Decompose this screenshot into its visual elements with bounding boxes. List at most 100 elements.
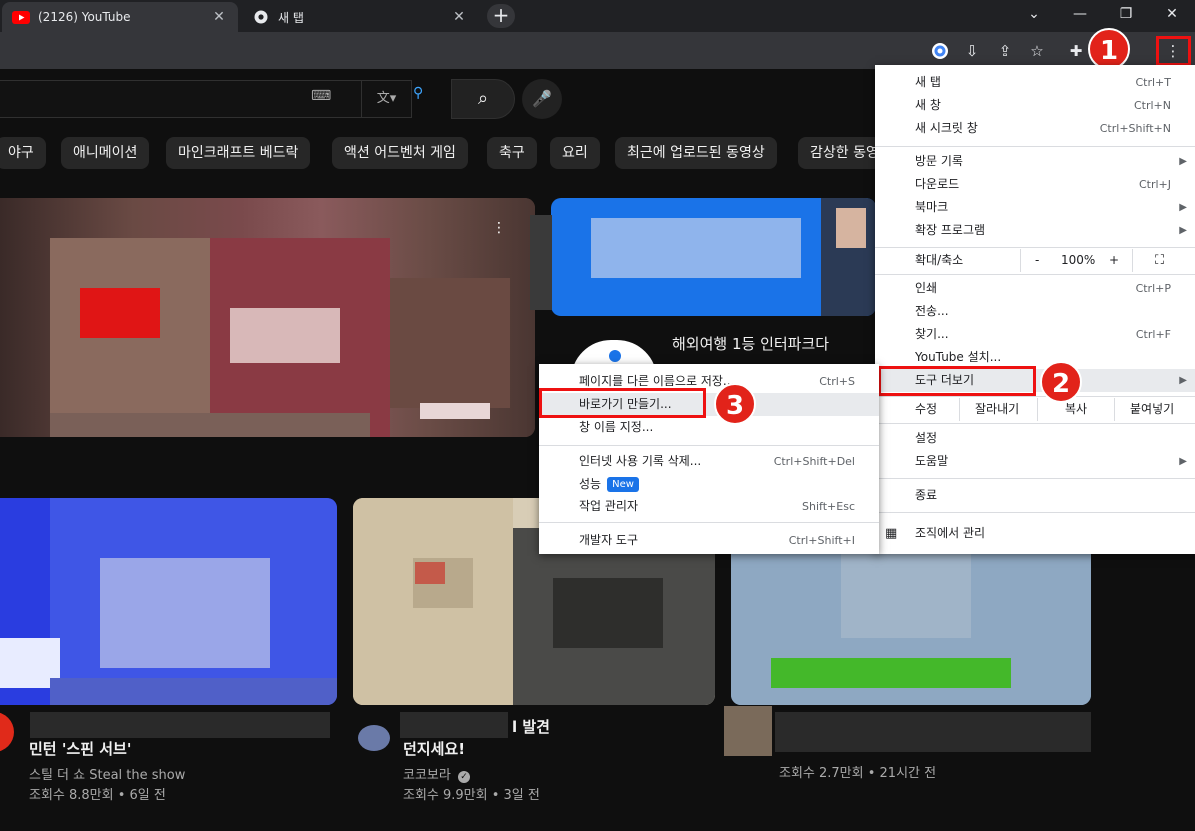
blurred-text [30, 712, 330, 738]
menu-separator [875, 423, 1195, 424]
menu-new-window[interactable]: 새 창 Ctrl+N [875, 94, 1195, 117]
video-meta-3: 조회수 2.7만회 • 21시간 전 [779, 766, 937, 781]
screen: (2126) YouTube ✕ 새 탭 ✕ + ⌄ — ❐ ✕ ⇩ ⇪ ☆ ✚… [0, 0, 1195, 831]
chip-soccer[interactable]: 축구 [487, 137, 537, 169]
menu-history[interactable]: 방문 기록 ▶ [875, 150, 1195, 173]
extensions-icon[interactable]: ✚ [1064, 39, 1088, 63]
chrome-main-menu: 새 탭 Ctrl+T 새 창 Ctrl+N 새 시크릿 창 Ctrl+Shift+N … [875, 65, 1195, 554]
close-tab-icon[interactable]: ✕ [210, 9, 228, 25]
cut-button[interactable]: 잘라내기 [975, 398, 1019, 421]
submenu-separator [539, 522, 879, 523]
new-badge: New [607, 477, 639, 492]
channel-name: 코코보라 [403, 768, 451, 783]
tab-new-tab[interactable]: 새 탭 ✕ [242, 2, 478, 32]
channel-avatar-1[interactable] [0, 712, 14, 752]
chip-recent[interactable]: 최근에 업로드된 동영상 [615, 137, 777, 169]
ad-title[interactable]: 해외여행 1등 인터파크다 [672, 333, 829, 354]
paste-button[interactable]: 붙여넣기 [1130, 398, 1174, 421]
menu-separator [875, 478, 1195, 479]
verified-icon: ✓ [457, 771, 470, 783]
video-channel-1[interactable]: 스틸 더 쇼 Steal the show [29, 764, 185, 783]
menu-zoom: 확대/축소 - 100% + ⛶ [875, 249, 1195, 272]
chip-baseball[interactable]: 야구 [0, 137, 46, 169]
close-window-icon[interactable]: ✕ [1149, 0, 1195, 30]
menu-incognito[interactable]: 새 시크릿 창 Ctrl+Shift+N [875, 117, 1195, 140]
menu-separator [875, 247, 1195, 248]
ad-banner[interactable] [551, 198, 876, 316]
chevron-right-icon: ▶ [1179, 156, 1187, 167]
google-icon[interactable] [928, 39, 952, 63]
keyboard-icon[interactable]: ⌨ [311, 88, 333, 108]
video-meta-2: 조회수 9.9만회 • 3일 전 [403, 788, 540, 803]
chip-watched[interactable]: 감상한 동영 [798, 137, 882, 169]
ad-edge [530, 215, 552, 310]
youtube-icon [12, 10, 30, 24]
close-tab-icon[interactable]: ✕ [450, 9, 468, 25]
fullscreen-icon[interactable]: ⛶ [1155, 249, 1164, 272]
bookmark-star-icon[interactable]: ☆ [1025, 39, 1049, 63]
share-icon[interactable]: ⇪ [993, 39, 1017, 63]
menu-separator [875, 512, 1195, 513]
menu-exit[interactable]: 종료 [875, 484, 1195, 507]
blurred-text [400, 712, 508, 738]
menu-cast[interactable]: 전송... [875, 300, 1195, 323]
zoom-out-button[interactable]: - [1035, 249, 1039, 272]
channel-avatar-2[interactable] [358, 725, 390, 751]
zoom-value: 100% [1061, 253, 1096, 267]
more-tools-highlight [878, 366, 1036, 396]
menu-separator [875, 274, 1195, 275]
mic-button[interactable]: 🎤 [522, 79, 562, 119]
menu-find[interactable]: 찾기... Ctrl+F [875, 323, 1195, 346]
chevron-right-icon: ▶ [1179, 456, 1187, 467]
chip-minecraft[interactable]: 마인크래프트 베드락 [166, 137, 311, 169]
video-meta-1: 조회수 8.8만회 • 6일 전 [29, 788, 166, 803]
browser-toolbar: ⇩ ⇪ ☆ ✚ ⋮ [0, 32, 1195, 69]
chip-action-adventure[interactable]: 액션 어드벤처 게임 [332, 137, 468, 169]
submenu-task-manager[interactable]: 작업 관리자 Shift+Esc [539, 495, 879, 518]
submenu-clear-data[interactable]: 인터넷 사용 기록 삭제... Ctrl+Shift+Del [539, 450, 879, 473]
cc-search-icon[interactable]: ⚲ [413, 85, 445, 113]
submenu-performance[interactable]: 성능 New [539, 473, 879, 496]
minimize-icon[interactable]: — [1057, 0, 1103, 30]
step-badge-3: 3 [714, 383, 756, 425]
menu-print[interactable]: 인쇄 Ctrl+P [875, 277, 1195, 300]
new-tab-button[interactable]: + [487, 4, 515, 28]
submenu-separator [539, 445, 879, 446]
menu-new-tab[interactable]: 새 탭 Ctrl+T [875, 71, 1195, 94]
video-title-2[interactable]: 던지세요! [403, 738, 465, 759]
search-input[interactable] [0, 80, 412, 118]
chip-cooking[interactable]: 요리 [550, 137, 600, 169]
restore-icon[interactable]: ❐ [1103, 0, 1149, 30]
more-options-icon[interactable]: ⋮ [492, 220, 506, 238]
menu-settings[interactable]: 설정 [875, 427, 1195, 450]
tab-youtube[interactable]: (2126) YouTube ✕ [2, 2, 238, 32]
menu-downloads[interactable]: 다운로드 Ctrl+J [875, 173, 1195, 196]
video-thumbnail-1[interactable] [0, 498, 337, 705]
building-icon: ▦ [885, 526, 898, 541]
channel-avatar-3[interactable] [724, 706, 772, 756]
featured-video-thumbnail[interactable]: ⋮ [0, 198, 535, 437]
translate-icon[interactable]: 文▾ [361, 80, 411, 118]
menu-separator [875, 146, 1195, 147]
tab-title: 새 탭 [278, 10, 304, 25]
search-button[interactable]: ⌕ [451, 79, 515, 119]
submenu-name-window[interactable]: 창 이름 지정... [539, 416, 879, 439]
step-badge-2: 2 [1040, 361, 1082, 403]
video-title-1[interactable]: 민턴 '스핀 서브' [29, 738, 131, 759]
tab-search-icon[interactable]: ⌄ [1011, 0, 1057, 30]
video-channel-2[interactable]: 코코보라 ✓ [403, 764, 470, 783]
menu-separator [875, 396, 1195, 397]
chevron-right-icon: ▶ [1179, 202, 1187, 213]
menu-bookmarks[interactable]: 북마크 ▶ [875, 196, 1195, 219]
menu-help[interactable]: 도움말 ▶ [875, 450, 1195, 473]
chip-animation[interactable]: 애니메이션 [61, 137, 150, 169]
menu-managed[interactable]: ▦ 조직에서 관리 [875, 522, 1195, 545]
step-badge-1: 1 [1088, 28, 1130, 70]
create-shortcut-highlight [539, 388, 706, 418]
menu-extensions[interactable]: 확장 프로그램 ▶ [875, 219, 1195, 242]
zoom-in-button[interactable]: + [1109, 249, 1119, 272]
video-title-2-extra[interactable]: l 발견 [512, 716, 550, 737]
submenu-devtools[interactable]: 개발자 도구 Ctrl+Shift+I [539, 529, 879, 552]
install-app-icon[interactable]: ⇩ [960, 39, 984, 63]
chrome-icon [252, 10, 270, 24]
